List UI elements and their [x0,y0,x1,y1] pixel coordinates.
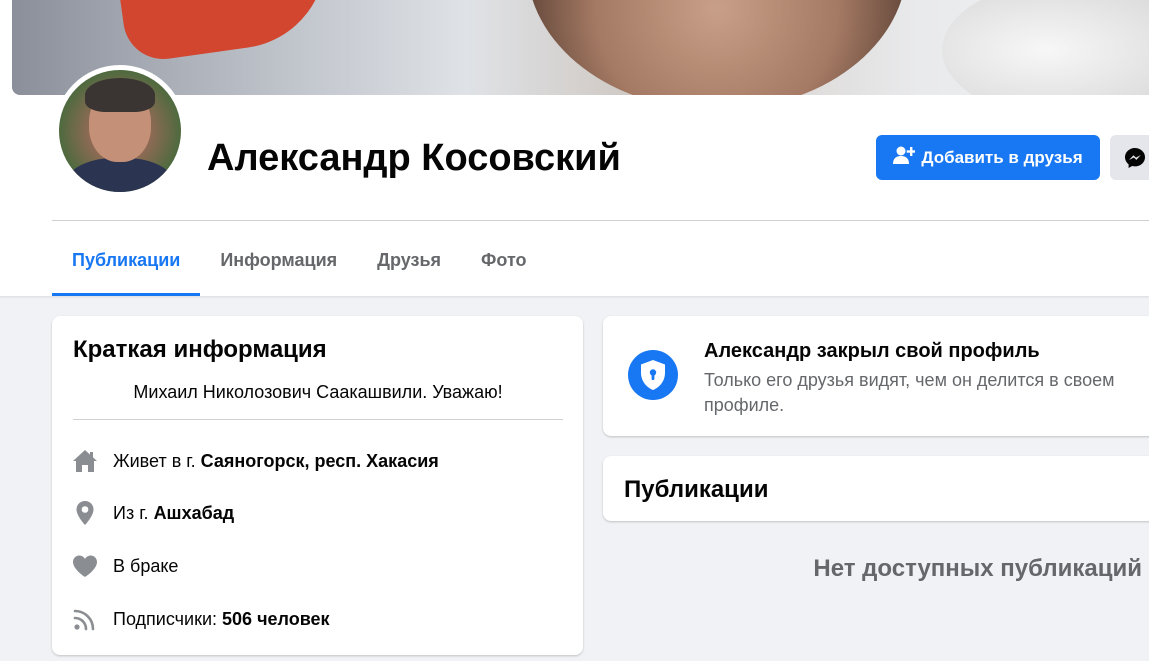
messenger-button[interactable] [1110,135,1149,180]
info-followers-prefix: Подписчики: [113,608,223,629]
tab-publications[interactable]: Публикации [52,225,201,296]
no-posts-message: Нет доступных публикаций [813,555,1142,582]
info-from-prefix: Из г. [113,502,154,523]
posts-card: Публикации [603,456,1149,521]
posts-title: Публикации [624,476,769,503]
intro-card: Краткая информация Михаил Николозович Са… [52,316,583,655]
add-friend-icon [893,145,917,170]
tab-friends[interactable]: Друзья [357,225,461,296]
cover-person-shape [527,0,907,95]
home-icon [72,448,98,474]
info-relationship: В браке [72,552,178,580]
info-followers-value[interactable]: 506 человек [222,609,330,630]
tab-information[interactable]: Информация [200,225,357,296]
info-from: Из г. Ашхабад [72,499,234,527]
messenger-icon [1123,146,1147,175]
header-divider [52,220,1149,221]
cover-background-shape [942,0,1149,95]
avatar[interactable] [59,70,181,192]
info-lives-in-value[interactable]: Саяногорск, респ. Хакасия [201,451,439,472]
rss-feed-icon [72,606,98,632]
location-pin-icon [72,500,98,526]
avatar-shirt-shape [65,158,175,192]
add-friend-label: Добавить в друзья [921,147,1083,167]
locked-profile-text: Только его друзья видят, чем он делится … [704,370,1115,415]
cover-flag-shape [116,0,338,65]
add-friend-button[interactable]: Добавить в друзья [876,135,1100,180]
intro-divider [73,419,563,420]
info-relationship-text: В браке [113,555,179,576]
profile-name: Александр Косовский [207,137,621,179]
info-from-value[interactable]: Ашхабад [154,503,235,524]
shield-lock-icon [628,350,678,400]
profile-tabs: Публикации Информация Друзья Фото [52,225,547,296]
info-lives-in: Живет в г. Саяногорск, респ. Хакасия [72,447,439,475]
info-followers: Подписчики: 506 человек [72,605,330,633]
info-lives-in-prefix: Живет в г. [113,450,201,471]
locked-profile-card: Александр закрыл свой профиль Только его… [603,316,1149,436]
intro-bio: Михаил Николозович Саакашвили. Уважаю! [133,382,503,402]
tab-photos[interactable]: Фото [461,225,546,296]
heart-icon [72,553,98,579]
locked-profile-title: Александр закрыл свой профиль [704,340,1040,362]
intro-title: Краткая информация [73,336,327,363]
profile-header: Александр Косовский Добавить в друзья Пу… [0,0,1149,296]
cover-photo[interactable] [12,0,1149,95]
avatar-hair-shape [85,78,155,112]
